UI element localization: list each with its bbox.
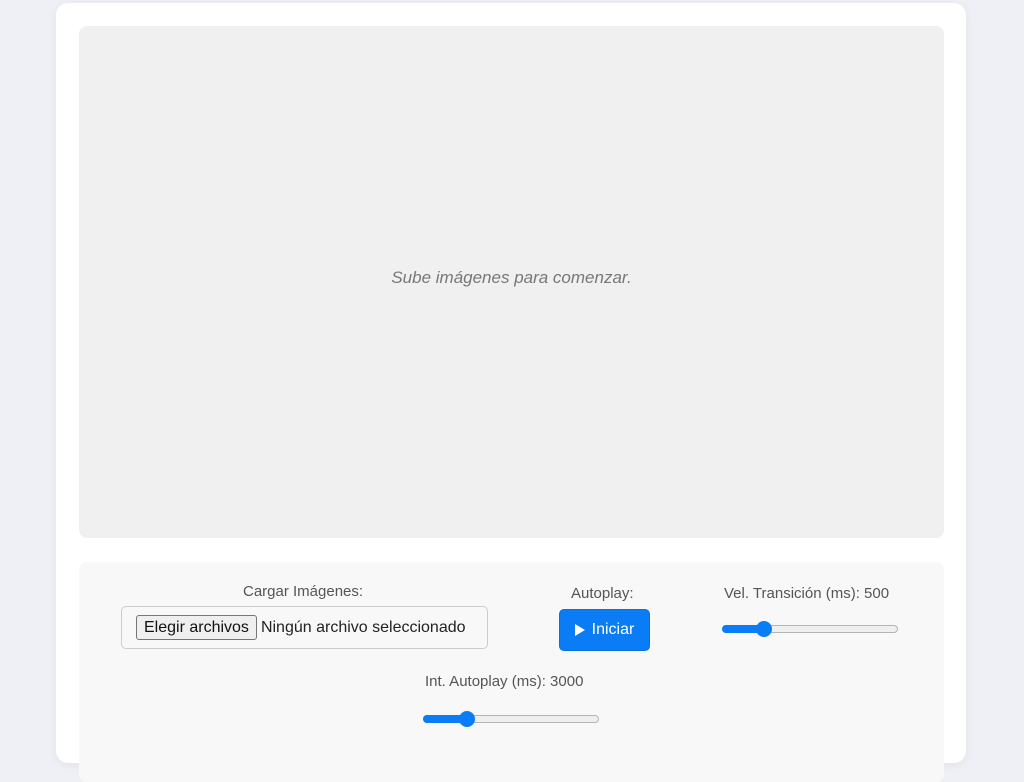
- slider-thumb[interactable]: [755, 621, 772, 637]
- slideshow-card: Sube imágenes para comenzar. Cargar Imág…: [56, 3, 966, 782]
- slider-thumb[interactable]: [458, 711, 475, 727]
- file-status-text: Ningún archivo seleccionado: [260, 618, 466, 636]
- controls-panel: Cargar Imágenes: Elegir archivos Ningún …: [79, 562, 944, 782]
- choose-files-button[interactable]: Elegir archivos: [136, 615, 257, 640]
- viewer-placeholder-text: Sube imágenes para comenzar.: [391, 268, 632, 287]
- play-icon: [574, 624, 585, 636]
- autoplay-interval-label: Int. Autoplay (ms): 3000: [425, 673, 584, 690]
- transition-speed-slider[interactable]: [722, 621, 898, 639]
- autoplay-start-button[interactable]: Iniciar: [559, 609, 650, 651]
- upload-label: Cargar Imágenes:: [243, 583, 364, 600]
- transition-speed-label: Vel. Transición (ms): 500: [724, 585, 890, 602]
- image-viewer: Sube imágenes para comenzar.: [79, 26, 944, 538]
- autoplay-interval-slider[interactable]: [423, 711, 599, 729]
- autoplay-start-label: Iniciar: [591, 621, 635, 638]
- file-input[interactable]: Elegir archivos Ningún archivo seleccion…: [121, 606, 488, 649]
- autoplay-label: Autoplay:: [571, 585, 634, 602]
